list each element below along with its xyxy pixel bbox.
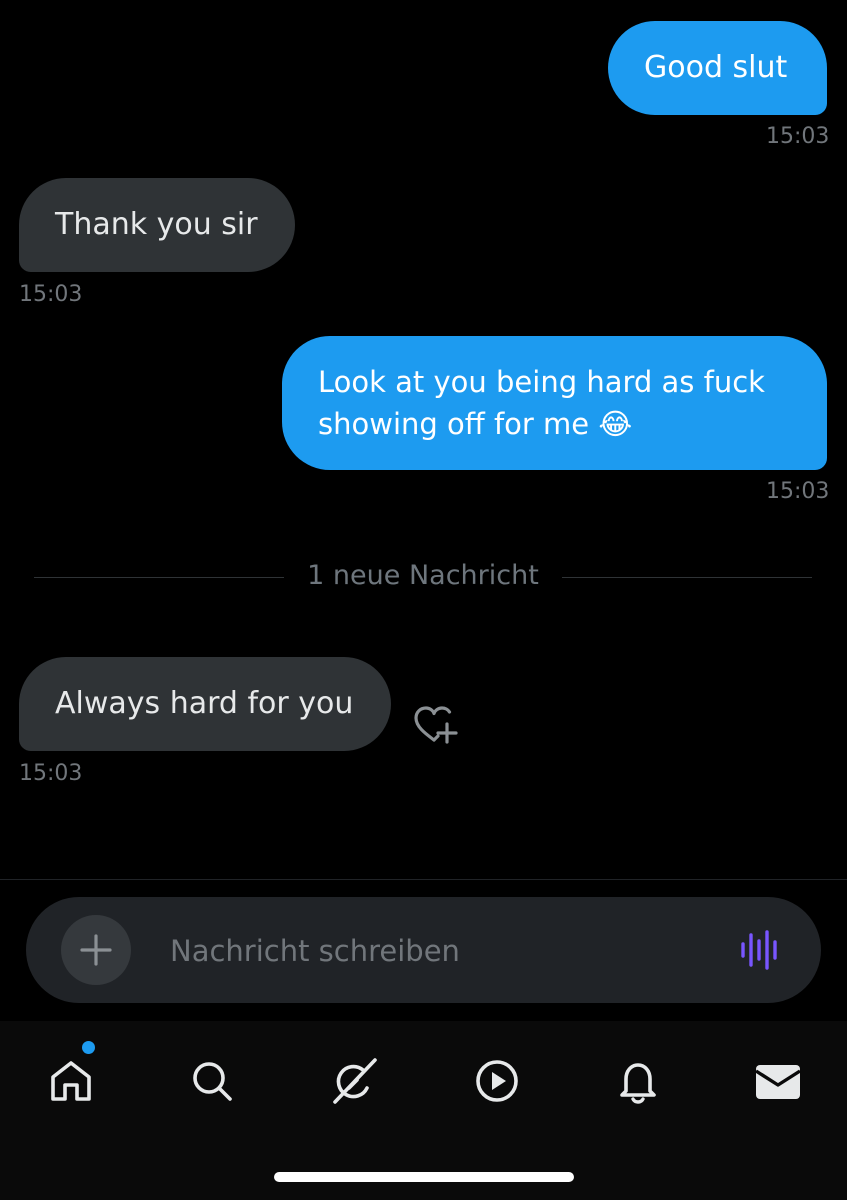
outgoing-message-bubble[interactable]: Look at you being hard as fuck showing o… xyxy=(282,336,827,470)
message-thread: Good slut 15:03 Thank you sir 15:03 Look… xyxy=(0,0,847,880)
grok-icon xyxy=(333,1058,377,1104)
tab-messages[interactable] xyxy=(746,1049,810,1113)
home-indicator xyxy=(274,1172,574,1182)
tab-home[interactable] xyxy=(39,1049,103,1113)
tab-notifications[interactable] xyxy=(606,1049,670,1113)
play-icon xyxy=(476,1060,518,1102)
message-timestamp: 15:03 xyxy=(766,479,830,504)
home-icon xyxy=(51,1061,91,1101)
tab-grok[interactable] xyxy=(322,1049,386,1113)
message-text: Good slut xyxy=(644,50,788,85)
tab-search[interactable] xyxy=(180,1049,244,1113)
new-message-label: 1 neue Nachricht xyxy=(307,560,539,591)
voice-waveform-icon xyxy=(741,930,777,970)
message-timestamp: 15:03 xyxy=(19,282,83,307)
tab-media[interactable] xyxy=(465,1049,529,1113)
message-timestamp: 15:03 xyxy=(19,761,83,786)
message-text-line: showing off for me 😂 xyxy=(318,407,633,441)
message-composer xyxy=(26,897,821,1003)
incoming-message-bubble[interactable]: Always hard for you xyxy=(19,657,391,751)
divider-line-right xyxy=(562,577,812,578)
heart-plus-icon xyxy=(414,706,458,744)
new-message-divider: 1 neue Nachricht xyxy=(34,558,812,594)
voice-message-button[interactable] xyxy=(736,927,784,973)
mail-icon xyxy=(755,1065,801,1099)
plus-icon xyxy=(80,934,112,966)
message-text-line: Look at you being hard as fuck xyxy=(318,365,765,399)
bottom-tab-bar xyxy=(0,1021,847,1200)
bell-icon xyxy=(620,1063,656,1104)
add-reaction-button[interactable] xyxy=(412,704,460,748)
message-text: Thank you sir xyxy=(55,207,258,242)
unread-dot xyxy=(82,1041,95,1054)
add-media-button[interactable] xyxy=(61,915,131,985)
message-input[interactable] xyxy=(168,925,712,977)
incoming-message-bubble[interactable]: Thank you sir xyxy=(19,178,295,272)
search-icon xyxy=(193,1062,232,1101)
outgoing-message-bubble[interactable]: Good slut xyxy=(608,21,827,115)
composer-separator xyxy=(0,879,847,880)
message-timestamp: 15:03 xyxy=(766,124,830,149)
message-text: Always hard for you xyxy=(55,686,354,721)
